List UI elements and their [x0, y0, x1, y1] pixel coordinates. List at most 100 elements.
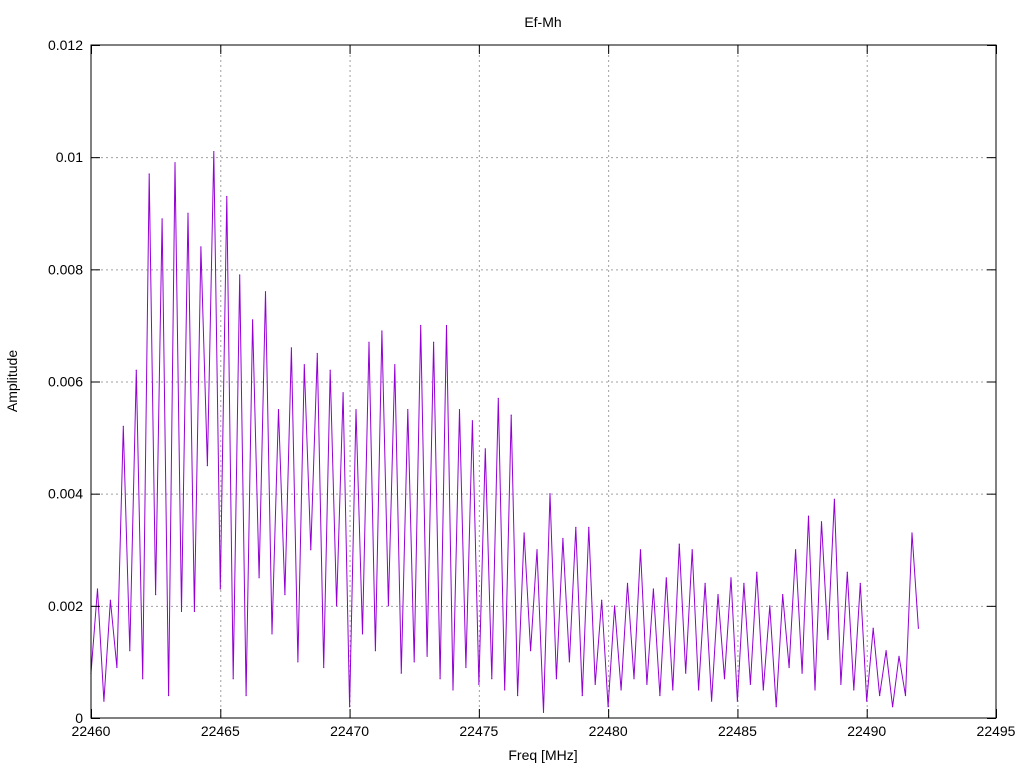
data-point [659, 694, 661, 697]
data-point [827, 638, 829, 641]
data-point [142, 678, 144, 680]
data-point [407, 408, 409, 411]
data-point [433, 341, 435, 343]
data-point [381, 330, 383, 332]
data-point [206, 465, 208, 467]
data-point [471, 420, 473, 422]
y-tick-label: 0.002 [48, 598, 83, 614]
data-point [374, 650, 377, 652]
data-point [594, 683, 596, 685]
data-point [568, 661, 570, 663]
data-point [426, 655, 428, 657]
data-point [769, 605, 771, 607]
data-point [840, 683, 842, 685]
data-point [167, 694, 170, 697]
y-tick-label: 0 [75, 710, 83, 726]
data-point [807, 515, 810, 517]
data-point [96, 588, 99, 590]
data-point [562, 537, 564, 540]
data-point [555, 678, 558, 680]
data-point [626, 582, 629, 585]
data-point [620, 689, 622, 691]
x-tick-labels: 22460 22465 22470 22475 22480 22485 22490 22495 [72, 723, 1016, 739]
data-point [245, 694, 247, 697]
data-point [782, 594, 784, 596]
data-point [116, 666, 118, 669]
data-point [445, 324, 448, 327]
data-point [762, 689, 764, 691]
data-point [853, 689, 855, 691]
data-point [820, 521, 823, 523]
series-line-ef-mh [90, 151, 919, 713]
data-point [814, 689, 816, 691]
x-tick-label: 22490 [847, 723, 886, 739]
data-point [109, 599, 111, 601]
data-point [290, 347, 292, 349]
data-point [879, 694, 881, 697]
y-tick-label: 0.008 [48, 261, 83, 277]
data-point [310, 549, 312, 551]
y-tick-label: 0.004 [48, 486, 83, 502]
data-point [575, 526, 577, 528]
data-point [258, 577, 260, 579]
data-point [898, 655, 900, 657]
data-point [633, 678, 635, 680]
data-point [303, 364, 305, 366]
data-point [458, 408, 461, 411]
data-point [510, 414, 512, 416]
data-point [187, 212, 189, 214]
data-point [872, 627, 874, 629]
data-point [329, 369, 331, 371]
data-point [336, 605, 338, 607]
data-point [665, 577, 667, 579]
data-point [316, 352, 318, 355]
data-point [465, 666, 467, 669]
data-point [743, 582, 745, 585]
data-point [698, 689, 700, 691]
data-point [239, 274, 241, 276]
data-point [904, 694, 907, 697]
data-point [717, 594, 719, 596]
data-point [478, 683, 480, 685]
data-point [180, 610, 183, 613]
data-point [646, 683, 648, 685]
data-point [323, 666, 325, 669]
data-point [542, 711, 545, 713]
data-point [917, 627, 920, 629]
data-point [439, 678, 441, 680]
chart: 22460 22465 22470 22475 22480 22485 22490 22495… [4, 14, 1016, 763]
data-point [368, 341, 370, 343]
data-point [588, 526, 590, 528]
data-point [219, 588, 221, 590]
data-point [885, 650, 887, 652]
x-tick-label: 22495 [977, 723, 1016, 739]
data-point [859, 582, 861, 585]
data-point [704, 582, 706, 585]
data-point [232, 678, 234, 680]
data-point [155, 594, 157, 596]
data-point [342, 392, 344, 394]
y-tick-label: 0.01 [56, 149, 83, 165]
data-point [497, 397, 499, 399]
data-point [348, 706, 351, 708]
data-point [129, 650, 131, 652]
x-tick-label: 22475 [459, 723, 498, 739]
data-point [672, 689, 674, 691]
data-point [355, 408, 357, 411]
data-point [284, 594, 286, 596]
data-point [517, 694, 519, 697]
data-point [394, 364, 396, 366]
data-point [135, 369, 137, 371]
data-point [271, 633, 273, 635]
data-point [452, 689, 454, 691]
data-point [723, 678, 726, 680]
y-axis-label: Amplitude [4, 350, 20, 412]
data-point [736, 700, 739, 702]
data-point [911, 532, 913, 534]
x-tick-label: 22465 [201, 723, 240, 739]
data-point [536, 549, 538, 551]
data-point [504, 689, 506, 691]
data-point [601, 599, 603, 601]
data-point [103, 700, 105, 702]
data-point [866, 700, 868, 702]
